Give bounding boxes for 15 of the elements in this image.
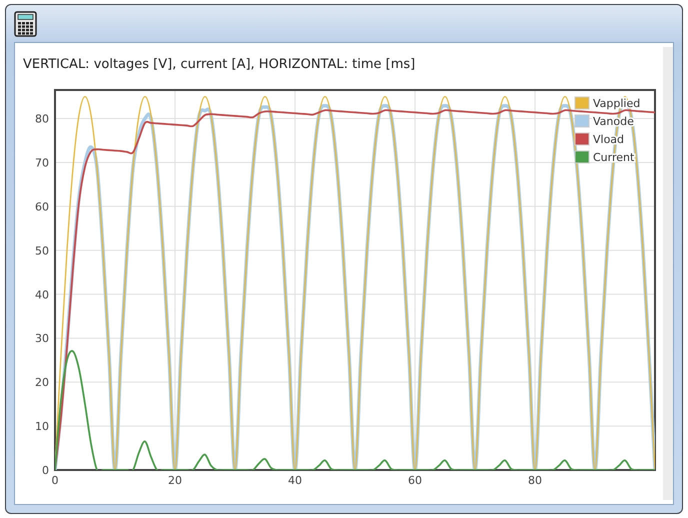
- axis-tick-label: 60: [408, 474, 422, 487]
- axis-tick-label: 80: [35, 112, 49, 126]
- axis-tick-label: 40: [35, 288, 49, 302]
- axis-tick-label: 0: [52, 474, 58, 487]
- axis-tick-label: 10: [35, 420, 49, 434]
- axis-tick-label: 20: [35, 376, 49, 390]
- axis-tick-label: 80: [528, 474, 542, 487]
- axis-tick-label: 30: [35, 332, 49, 346]
- axis-tick-label: 20: [168, 474, 182, 487]
- axis-tick-label: 50: [35, 244, 49, 258]
- axis-tick-label: 40: [288, 474, 302, 487]
- axis-tick-label: 60: [35, 200, 49, 214]
- window-title: VERTICAL: voltages [V], current [A], HORIZONTAL: time [ms]: [23, 57, 416, 72]
- axis-tick-label: 70: [35, 156, 49, 170]
- axis-tick-label: 0: [42, 464, 49, 477]
